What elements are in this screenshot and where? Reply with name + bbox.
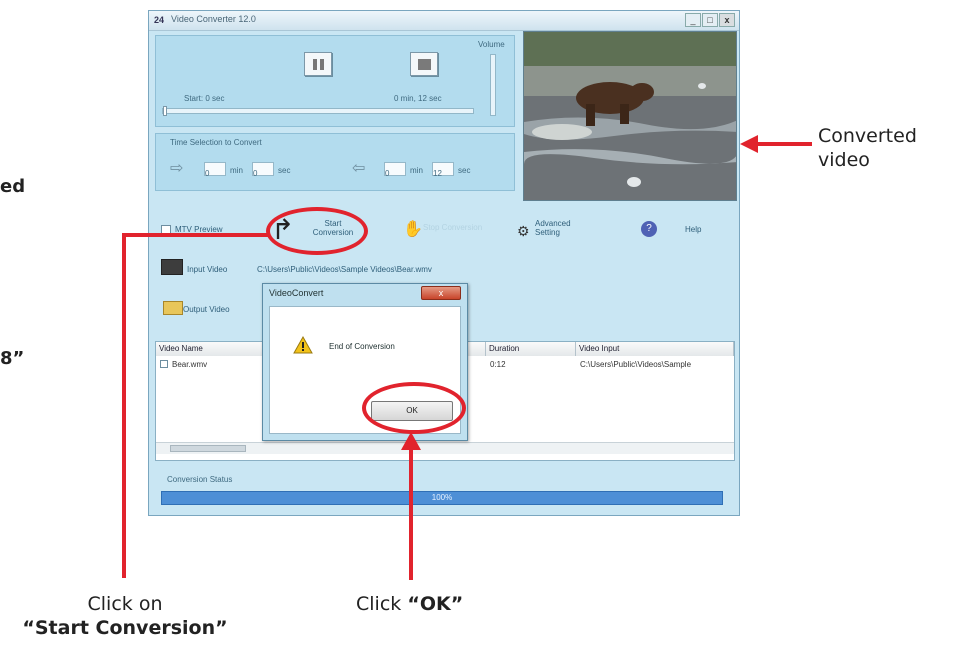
end-min-input[interactable]: 0 bbox=[384, 162, 406, 178]
arrow-left-icon: ⇦ bbox=[352, 160, 366, 177]
callout-text-bold: “OK” bbox=[407, 593, 464, 615]
input-video-path: C:\Users\Public\Videos\Sample Videos\Bea… bbox=[257, 265, 432, 274]
bear-river-image bbox=[524, 32, 736, 200]
help-button[interactable]: Help bbox=[685, 225, 701, 234]
pause-button[interactable] bbox=[304, 52, 332, 76]
start-conversion-connector-line bbox=[122, 233, 268, 237]
input-video-label: Input Video bbox=[187, 265, 228, 274]
start-conversion-callout: Click on “Start Conversion” bbox=[16, 592, 234, 640]
callout-line: video bbox=[818, 149, 870, 171]
stop-conversion-button: Stop Conversion bbox=[423, 223, 483, 232]
converted-video-arrow bbox=[740, 135, 812, 153]
film-icon bbox=[161, 259, 183, 275]
row-checkbox[interactable] bbox=[160, 360, 168, 368]
callout-text: Click bbox=[356, 593, 402, 615]
advanced-setting-button[interactable]: Advanced Setting bbox=[535, 219, 585, 237]
folder-icon[interactable] bbox=[163, 301, 183, 315]
start-sec-unit: sec bbox=[278, 166, 291, 175]
scrollbar-thumb[interactable] bbox=[170, 445, 246, 452]
warning-icon bbox=[293, 336, 313, 354]
player-panel: Start: 0 sec 0 min, 12 sec Volume bbox=[155, 35, 515, 127]
start-conversion-connector-line bbox=[122, 233, 126, 578]
advanced-setting-icon[interactable]: ⚙ bbox=[517, 223, 530, 240]
start-min-input[interactable]: 0 bbox=[204, 162, 226, 178]
cropped-text-fragment: 8” bbox=[0, 348, 25, 369]
callout-line: Click on bbox=[87, 593, 163, 615]
video-preview bbox=[523, 31, 737, 201]
dialog-close-button[interactable]: x bbox=[421, 286, 461, 300]
end-sec-unit: sec bbox=[458, 166, 471, 175]
ok-callout: Click “OK” bbox=[356, 592, 463, 616]
stop-conversion-icon: ✋ bbox=[403, 221, 423, 238]
volume-label: Volume bbox=[478, 40, 505, 49]
cropped-text-fragment: ed bbox=[0, 176, 26, 197]
stop-button[interactable] bbox=[410, 52, 438, 76]
maximize-button[interactable]: □ bbox=[702, 13, 718, 27]
column-header-video-input[interactable]: Video Input bbox=[576, 342, 734, 356]
seek-bar[interactable] bbox=[162, 106, 474, 116]
start-conversion-highlight-circle bbox=[266, 207, 368, 255]
row-duration: 0:12 bbox=[490, 360, 506, 369]
conversion-progress-bar: 100% bbox=[161, 491, 723, 505]
end-min-unit: min bbox=[410, 166, 423, 175]
stop-icon bbox=[418, 59, 431, 70]
help-icon[interactable]: ? bbox=[641, 221, 657, 237]
start-time-label: Start: 0 sec bbox=[184, 94, 225, 103]
start-min-unit: min bbox=[230, 166, 243, 175]
row-video-input: C:\Users\Public\Videos\Sample bbox=[580, 360, 692, 369]
start-sec-input[interactable]: 0 bbox=[252, 162, 274, 178]
title-bar[interactable]: 24 Video Converter 12.0 _ □ x bbox=[149, 11, 739, 31]
ok-highlight-circle bbox=[362, 382, 466, 434]
close-button[interactable]: x bbox=[719, 13, 735, 27]
seek-handle[interactable] bbox=[163, 106, 167, 116]
arrow-right-icon: ⇨ bbox=[170, 160, 184, 177]
converted-video-callout: Converted video bbox=[818, 124, 917, 172]
ok-arrow bbox=[401, 432, 421, 580]
pause-icon bbox=[312, 59, 325, 70]
conversion-status-panel: Conversion Status 100% bbox=[161, 475, 727, 505]
callout-line: Converted bbox=[818, 125, 917, 147]
output-video-label: Output Video bbox=[183, 305, 230, 314]
callout-line: “Start Conversion” bbox=[22, 617, 228, 639]
window-title: Video Converter 12.0 bbox=[171, 14, 256, 24]
conversion-status-label: Conversion Status bbox=[167, 475, 233, 484]
row-video-name: Bear.wmv bbox=[172, 360, 208, 369]
time-selection-label: Time Selection to Convert bbox=[170, 138, 262, 147]
minimize-button[interactable]: _ bbox=[685, 13, 701, 27]
dialog-message: End of Conversion bbox=[329, 342, 395, 351]
dialog-title: VideoConvert bbox=[269, 288, 324, 298]
app-icon: 24 bbox=[154, 15, 165, 25]
volume-slider[interactable] bbox=[490, 54, 496, 116]
time-selection-panel: Time Selection to Convert ⇨ 0 min 0 sec … bbox=[155, 133, 515, 191]
progress-percent: 100% bbox=[431, 493, 453, 502]
end-sec-input[interactable]: 12 bbox=[432, 162, 454, 178]
end-time-label: 0 min, 12 sec bbox=[394, 94, 442, 103]
column-header-duration[interactable]: Duration bbox=[486, 342, 576, 356]
horizontal-scrollbar[interactable] bbox=[156, 442, 734, 454]
